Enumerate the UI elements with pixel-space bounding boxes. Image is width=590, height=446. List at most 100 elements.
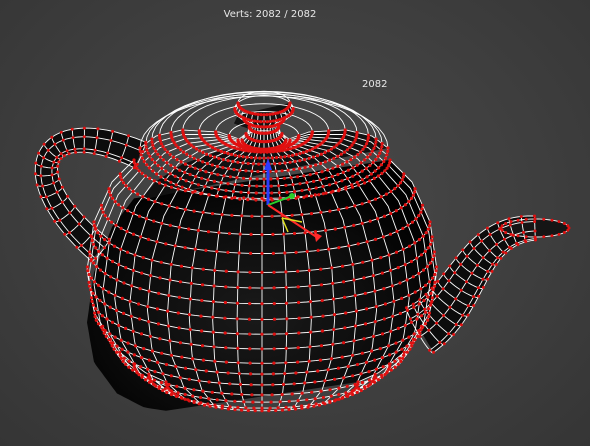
vertex-point	[251, 162, 255, 166]
vertex-point	[226, 407, 231, 411]
vertex-point	[430, 296, 434, 300]
vertex-point	[485, 226, 489, 230]
vertex-point	[168, 172, 172, 176]
vertex-point	[287, 408, 291, 412]
vertex-point	[280, 169, 284, 173]
vertex-point	[297, 331, 301, 335]
vertex-point	[183, 392, 187, 397]
vertex-point	[188, 327, 192, 332]
vertex-point	[174, 143, 178, 147]
vertex-point	[185, 152, 189, 156]
vertex-point	[138, 317, 142, 321]
vertex-point	[321, 395, 325, 400]
vertex-point	[212, 345, 216, 349]
vertex-point	[301, 150, 305, 155]
vertex-point	[102, 331, 106, 335]
teapot-mesh[interactable]	[0, 0, 590, 446]
vertex-point	[112, 244, 117, 248]
vertex-point	[241, 161, 245, 165]
vertex-point	[311, 147, 315, 151]
vertex-point	[290, 213, 294, 217]
vertex-point	[268, 112, 272, 116]
vertex-point	[208, 154, 213, 158]
vertex-point	[246, 118, 251, 122]
vertex-point	[292, 382, 296, 386]
vertex-point	[235, 176, 239, 180]
vertex-point	[262, 177, 266, 181]
vertex-point	[412, 305, 416, 309]
vertex-point	[423, 322, 428, 326]
vertex-point	[132, 158, 136, 162]
vertex-point	[380, 145, 384, 149]
vertex-point	[160, 202, 164, 206]
vertex-point	[282, 116, 286, 120]
vertex-point	[272, 332, 276, 336]
vertex-point	[93, 307, 98, 311]
vertex-point	[52, 160, 56, 164]
vertex-point	[74, 150, 78, 154]
vertex-point	[480, 239, 484, 243]
vertex-point	[353, 204, 357, 208]
vertex-point	[516, 218, 520, 222]
vertex-point	[420, 314, 424, 318]
vertex-point	[436, 279, 440, 283]
vertex-point	[476, 233, 480, 237]
vertex-point	[150, 349, 154, 353]
vertex-point	[260, 270, 264, 274]
vertex-point	[308, 345, 312, 349]
vertex-point	[382, 214, 387, 218]
vertex-point	[211, 145, 215, 150]
vertex-point	[200, 329, 204, 333]
vertex-point	[133, 367, 137, 371]
gizmo-y-handle[interactable]	[289, 193, 295, 199]
3d-viewport[interactable]: Verts: 2082 / 2082 2082	[0, 0, 590, 446]
vertex-point	[156, 322, 160, 326]
vertex-point	[206, 230, 211, 234]
vertex-point	[144, 217, 148, 221]
vertex-point	[82, 147, 86, 151]
vertex-point	[533, 214, 536, 218]
vertex-point	[139, 153, 143, 157]
vertex-point	[137, 302, 141, 306]
vertex-point	[176, 145, 180, 150]
vertex-point	[118, 350, 122, 354]
vertex-point	[101, 287, 105, 291]
vertex-point	[178, 376, 182, 380]
vertex-point	[119, 247, 123, 251]
vertex-point	[355, 163, 359, 167]
vertex-point	[107, 241, 111, 245]
vertex-point	[401, 226, 405, 230]
vertex-point	[133, 163, 137, 168]
vertex-point	[461, 248, 465, 252]
vertex-point	[297, 134, 301, 138]
vertex-point	[187, 399, 191, 403]
vertex-point	[200, 283, 205, 287]
vertex-point	[255, 177, 259, 181]
vertex-point	[318, 178, 322, 182]
vertex-point	[371, 274, 375, 278]
vertex-point	[418, 331, 422, 335]
vertex-point	[499, 256, 503, 260]
vertex-point	[270, 156, 274, 160]
vertex-point	[354, 309, 358, 313]
vertex-point	[184, 179, 188, 183]
vertex-point	[435, 294, 439, 298]
vertex-point	[101, 210, 105, 214]
vertex-point	[293, 159, 297, 164]
vertex-point	[424, 283, 428, 287]
vertex-point	[241, 155, 245, 159]
vertex-point	[378, 347, 382, 351]
vertex-point	[173, 174, 177, 178]
vertex-point	[294, 371, 298, 375]
vertex-point	[410, 220, 414, 224]
vertex-point	[57, 160, 61, 164]
vertex-point	[260, 347, 264, 351]
vertex-point	[59, 152, 63, 156]
vertex-point	[179, 148, 183, 152]
vertex-point	[315, 154, 320, 158]
vertex-point	[331, 166, 335, 170]
vertex-point	[396, 184, 400, 188]
vertex-point	[260, 233, 264, 237]
vertex-point	[128, 299, 132, 303]
vertex-point	[121, 181, 126, 185]
